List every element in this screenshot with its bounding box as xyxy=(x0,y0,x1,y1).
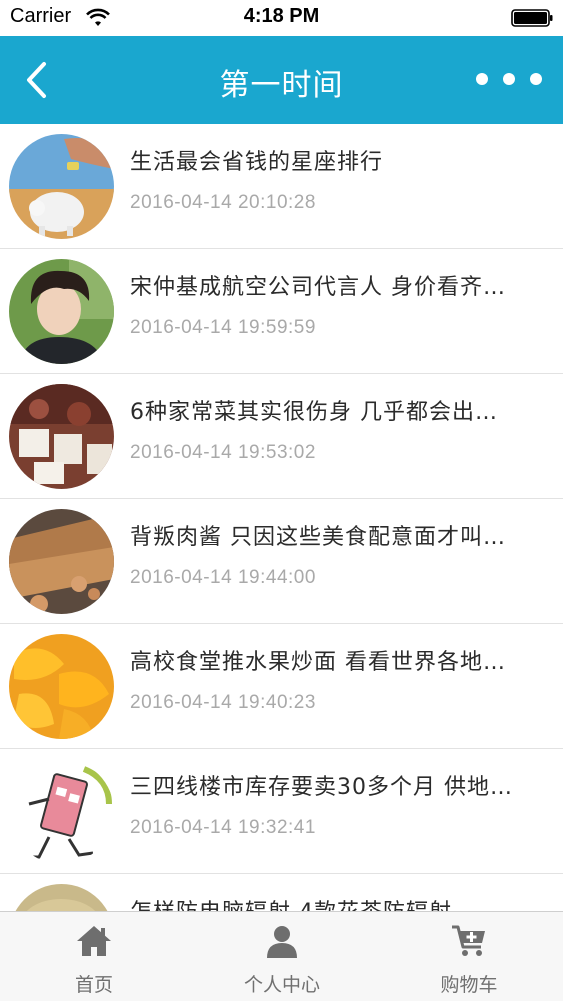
tab-profile[interactable]: 个人中心 xyxy=(188,912,376,1001)
news-title: 生活最会省钱的星座排行 xyxy=(130,150,384,175)
nav-bar: 第一时间 xyxy=(0,36,563,124)
list-item[interactable]: 宋仲基成航空公司代言人 身价看齐… 2016-04-14 19:59:59 xyxy=(0,249,563,374)
news-title: 背叛肉酱 只因这些美食配意面才叫… xyxy=(130,525,506,550)
tab-label: 首页 xyxy=(74,974,113,996)
tab-label: 购物车 xyxy=(440,974,498,996)
tab-bar: 首页 个人中心 购物车 xyxy=(0,911,563,1001)
news-title: 6种家常菜其实很伤身 几乎都会出… xyxy=(130,400,498,425)
list-item[interactable]: 生活最会省钱的星座排行 2016-04-14 20:10:28 xyxy=(0,124,563,249)
status-time: 4:18 PM xyxy=(243,5,320,27)
news-thumbnail xyxy=(9,634,114,739)
status-bar: Carrier 4:18 PM xyxy=(0,0,563,36)
news-time: 2016-04-14 19:40:23 xyxy=(130,692,316,713)
home-icon xyxy=(77,926,111,956)
list-item[interactable]: 怎样防电脑辐射 4款花茶防辐射 xyxy=(0,874,563,911)
list-item[interactable]: 高校食堂推水果炒面 看看世界各地… 2016-04-14 19:40:23 xyxy=(0,624,563,749)
list-item[interactable]: 三四线楼市库存要卖30多个月 供地… 2016-04-14 19:32:41 xyxy=(0,749,563,874)
news-title: 宋仲基成航空公司代言人 身价看齐… xyxy=(130,275,506,300)
user-icon xyxy=(267,926,297,958)
cart-icon xyxy=(452,925,485,956)
more-button[interactable] xyxy=(473,66,545,92)
tab-label: 个人中心 xyxy=(243,974,320,996)
news-title: 高校食堂推水果炒面 看看世界各地… xyxy=(130,650,506,675)
news-thumbnail xyxy=(9,134,114,239)
list-item[interactable]: 背叛肉酱 只因这些美食配意面才叫… 2016-04-14 19:44:00 xyxy=(0,499,563,624)
news-time: 2016-04-14 19:53:02 xyxy=(130,442,316,463)
news-thumbnail xyxy=(9,884,114,911)
news-thumbnail xyxy=(9,259,114,364)
battery-icon xyxy=(511,9,553,27)
list-item[interactable]: 6种家常菜其实很伤身 几乎都会出… 2016-04-14 19:53:02 xyxy=(0,374,563,499)
news-thumbnail xyxy=(9,759,114,864)
news-thumbnail xyxy=(9,384,114,489)
news-thumbnail xyxy=(9,509,114,614)
news-time: 2016-04-14 20:10:28 xyxy=(130,192,316,213)
tab-cart[interactable]: 购物车 xyxy=(375,912,563,1001)
tab-home[interactable]: 首页 xyxy=(0,912,188,1001)
news-list: 生活最会省钱的星座排行 2016-04-14 20:10:28 宋仲基成航空公司… xyxy=(0,124,563,911)
news-time: 2016-04-14 19:59:59 xyxy=(130,317,316,338)
news-title: 三四线楼市库存要卖30多个月 供地… xyxy=(130,775,513,800)
news-title: 怎样防电脑辐射 4款花茶防辐射 xyxy=(130,894,550,911)
more-dots-icon xyxy=(476,73,542,85)
news-time: 2016-04-14 19:44:00 xyxy=(130,567,316,588)
news-time: 2016-04-14 19:32:41 xyxy=(130,817,316,838)
